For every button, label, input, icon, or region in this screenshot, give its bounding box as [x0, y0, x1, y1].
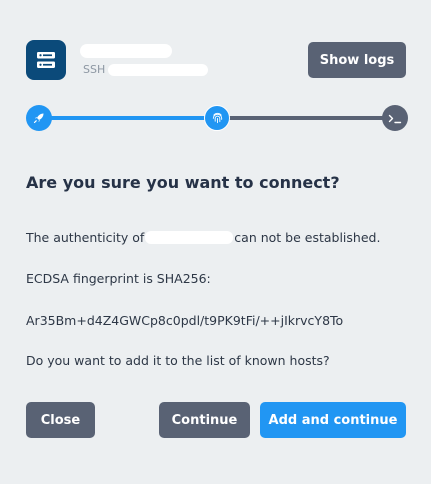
authenticity-message: The authenticity of can not be establishe…	[26, 230, 380, 245]
continue-button[interactable]: Continue	[159, 402, 250, 438]
authenticity-prefix: The authenticity of	[26, 230, 145, 245]
server-icon	[26, 40, 66, 80]
dialog-title: Are you sure you want to connect?	[26, 173, 340, 192]
fingerprint-label: ECDSA fingerprint is SHA256:	[26, 271, 211, 286]
step-terminal	[382, 105, 408, 131]
add-and-continue-button[interactable]: Add and continue	[260, 402, 406, 438]
host-name-redacted	[80, 44, 172, 58]
authenticity-suffix: can not be established.	[234, 230, 381, 245]
fingerprint-icon	[211, 109, 224, 128]
host-redacted-inline	[145, 231, 234, 244]
close-button[interactable]: Close	[26, 402, 95, 438]
step-fingerprint	[204, 105, 230, 131]
fingerprint-value: Ar35Bm+d4Z4GWCp8c0pdl/t9PK9tFi/++jIkrvcY…	[26, 313, 344, 328]
stepper-progress-pending	[216, 116, 394, 120]
step-rocket	[26, 105, 52, 131]
connection-stepper	[26, 105, 408, 131]
host-type-label: SSH	[83, 63, 106, 76]
rocket-icon	[33, 109, 45, 128]
stepper-progress-done	[38, 116, 216, 120]
host-address-redacted	[108, 64, 208, 76]
terminal-icon	[388, 109, 402, 128]
show-logs-button[interactable]: Show logs	[308, 42, 406, 78]
known-hosts-question: Do you want to add it to the list of kno…	[26, 353, 330, 368]
